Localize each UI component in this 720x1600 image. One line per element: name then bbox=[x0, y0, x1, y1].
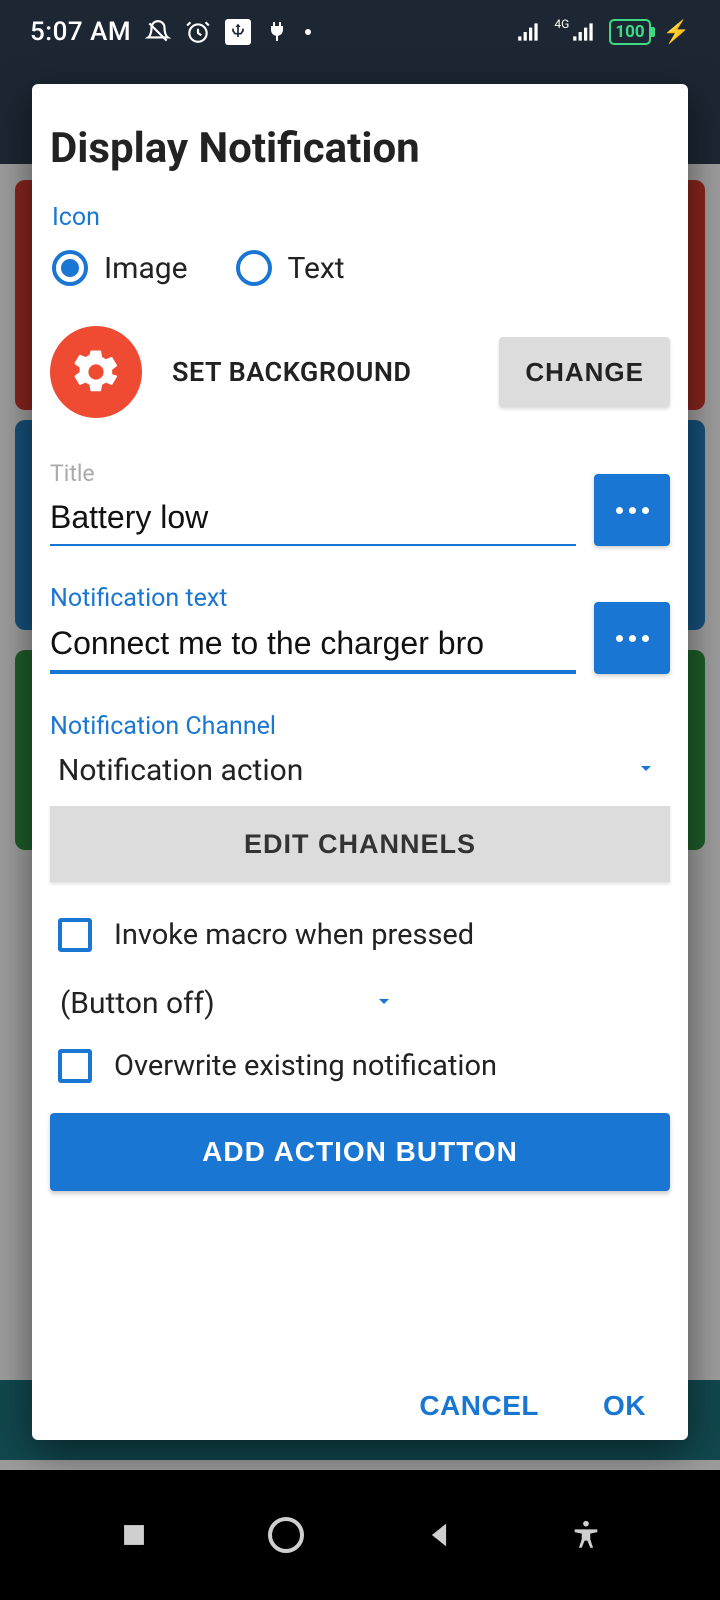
invoke-macro-checkbox-row[interactable]: Invoke macro when pressed bbox=[50, 918, 670, 952]
battery-icon: 100 bbox=[609, 19, 650, 45]
signal-icon-2 bbox=[571, 19, 597, 45]
title-field-label: Title bbox=[50, 460, 576, 487]
add-action-button[interactable]: ADD ACTION BUTTON bbox=[50, 1113, 670, 1191]
system-nav-bar bbox=[0, 1470, 720, 1600]
change-button[interactable]: CHANGE bbox=[499, 337, 670, 407]
title-magic-button[interactable] bbox=[594, 474, 670, 546]
network-4g-label: 4G bbox=[554, 18, 569, 30]
alarm-icon bbox=[185, 19, 211, 45]
notification-text-magic-button[interactable] bbox=[594, 602, 670, 674]
overwrite-checkbox-row[interactable]: Overwrite existing notification bbox=[50, 1049, 670, 1083]
gear-icon bbox=[70, 346, 122, 398]
chevron-down-icon bbox=[372, 986, 396, 1021]
button-off-label: (Button off) bbox=[60, 986, 215, 1021]
dialog-title: Display Notification bbox=[32, 124, 688, 203]
title-input[interactable] bbox=[50, 493, 576, 546]
channel-label: Notification Channel bbox=[50, 712, 670, 741]
set-background-label: SET BACKGROUND bbox=[172, 356, 412, 388]
notification-text-label: Notification text bbox=[50, 584, 576, 613]
edit-channels-button[interactable]: EDIT CHANNELS bbox=[50, 806, 670, 882]
overwrite-label: Overwrite existing notification bbox=[114, 1049, 497, 1083]
recents-icon[interactable] bbox=[117, 1518, 151, 1552]
cancel-button[interactable]: CANCEL bbox=[419, 1390, 539, 1422]
home-icon[interactable] bbox=[264, 1513, 308, 1557]
icon-section-label: Icon bbox=[50, 203, 670, 232]
checkbox-icon bbox=[58, 918, 92, 952]
radio-option-image[interactable]: Image bbox=[52, 250, 188, 286]
ok-button[interactable]: OK bbox=[603, 1390, 646, 1422]
radio-option-text[interactable]: Text bbox=[236, 250, 345, 286]
usb-icon bbox=[225, 19, 251, 45]
signal-icon-1 bbox=[516, 19, 542, 45]
status-dot bbox=[305, 29, 311, 35]
invoke-macro-label: Invoke macro when pressed bbox=[114, 918, 474, 952]
notification-text-input[interactable] bbox=[50, 619, 576, 674]
status-bar: 5:07 AM 4G 100 ⚡ bbox=[0, 0, 720, 64]
channel-value: Notification action bbox=[58, 753, 303, 788]
button-off-select[interactable]: (Button off) bbox=[50, 976, 410, 1049]
chevron-down-icon bbox=[634, 753, 658, 788]
notification-icon-preview[interactable] bbox=[50, 326, 142, 418]
back-icon[interactable] bbox=[422, 1518, 456, 1552]
radio-label-text: Text bbox=[288, 251, 345, 286]
accessibility-icon[interactable] bbox=[569, 1518, 603, 1552]
charging-icon: ⚡ bbox=[663, 20, 690, 45]
radio-selected-icon bbox=[52, 250, 88, 286]
radio-label-image: Image bbox=[104, 251, 188, 286]
display-notification-dialog: Display Notification Icon Image Text SET… bbox=[32, 84, 688, 1440]
plug-icon bbox=[265, 19, 291, 45]
channel-select[interactable]: Notification action bbox=[50, 747, 670, 806]
status-time: 5:07 AM bbox=[30, 17, 131, 47]
radio-unselected-icon bbox=[236, 250, 272, 286]
dnd-icon bbox=[145, 19, 171, 45]
checkbox-icon bbox=[58, 1049, 92, 1083]
